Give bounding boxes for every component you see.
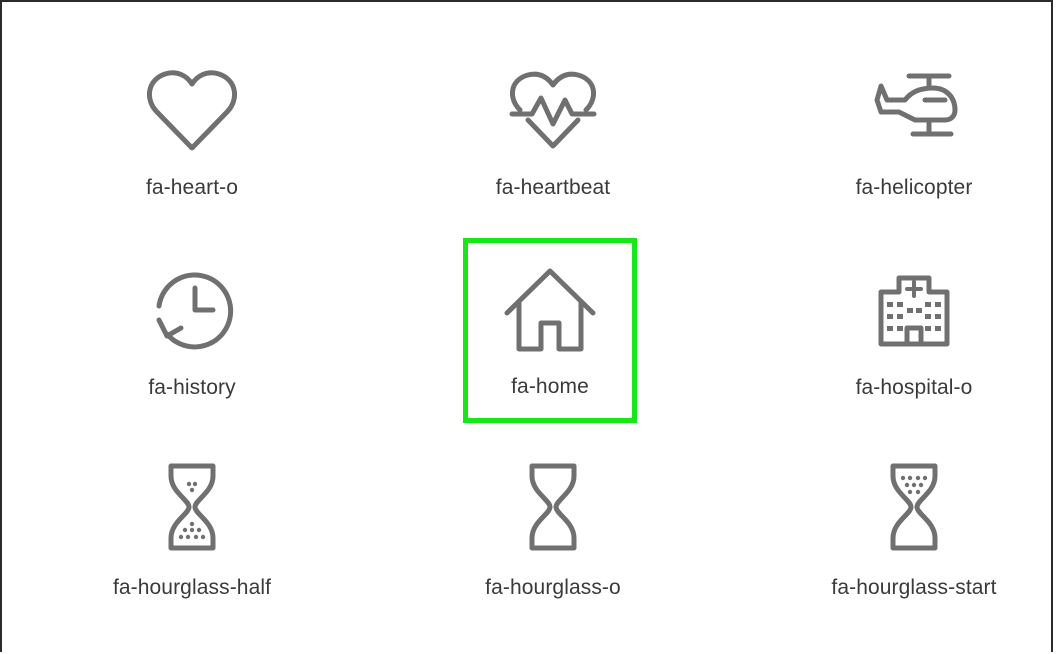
icon-tile-helicopter[interactable]: fa-helicopter [784, 64, 1044, 234]
hourglass-half-icon [137, 462, 247, 552]
heartbeat-icon [498, 64, 608, 154]
helicopter-icon [859, 64, 969, 154]
icon-tile-heartbeat[interactable]: fa-heartbeat [423, 64, 683, 234]
icon-grid: fa-heart-o fa-heartbeat fa-helicopter fa… [2, 2, 1055, 654]
icon-tile-heart-o[interactable]: fa-heart-o [62, 64, 322, 234]
icon-tile-hourglass-start[interactable]: fa-hourglass-start [784, 462, 1044, 632]
icon-tile-hospital-o[interactable]: fa-hospital-o [784, 264, 1044, 434]
heart-outline-icon [137, 64, 247, 154]
icon-label: fa-heartbeat [495, 176, 611, 199]
icon-tile-home[interactable]: fa-home [463, 238, 637, 423]
icon-tile-history[interactable]: fa-history [62, 264, 322, 434]
icon-label: fa-home [511, 375, 589, 398]
icon-picker-panel: fa-heart-o fa-heartbeat fa-helicopter fa… [0, 0, 1053, 652]
icon-tile-hourglass-half[interactable]: fa-hourglass-half [62, 462, 322, 632]
icon-label: fa-heart-o [145, 176, 239, 199]
icon-label: fa-hourglass-o [485, 576, 621, 599]
hourglass-start-icon [859, 462, 969, 552]
hourglass-outline-icon [498, 462, 608, 552]
icon-label: fa-hospital-o [855, 376, 973, 399]
icon-tile-hourglass-o[interactable]: fa-hourglass-o [423, 462, 683, 632]
home-icon [495, 263, 605, 353]
icon-label: fa-hourglass-half [112, 576, 272, 599]
icon-label: fa-history [148, 376, 236, 399]
history-icon [137, 264, 247, 354]
hospital-icon [859, 264, 969, 354]
icon-label: fa-hourglass-start [831, 576, 997, 599]
icon-label: fa-helicopter [855, 176, 973, 199]
